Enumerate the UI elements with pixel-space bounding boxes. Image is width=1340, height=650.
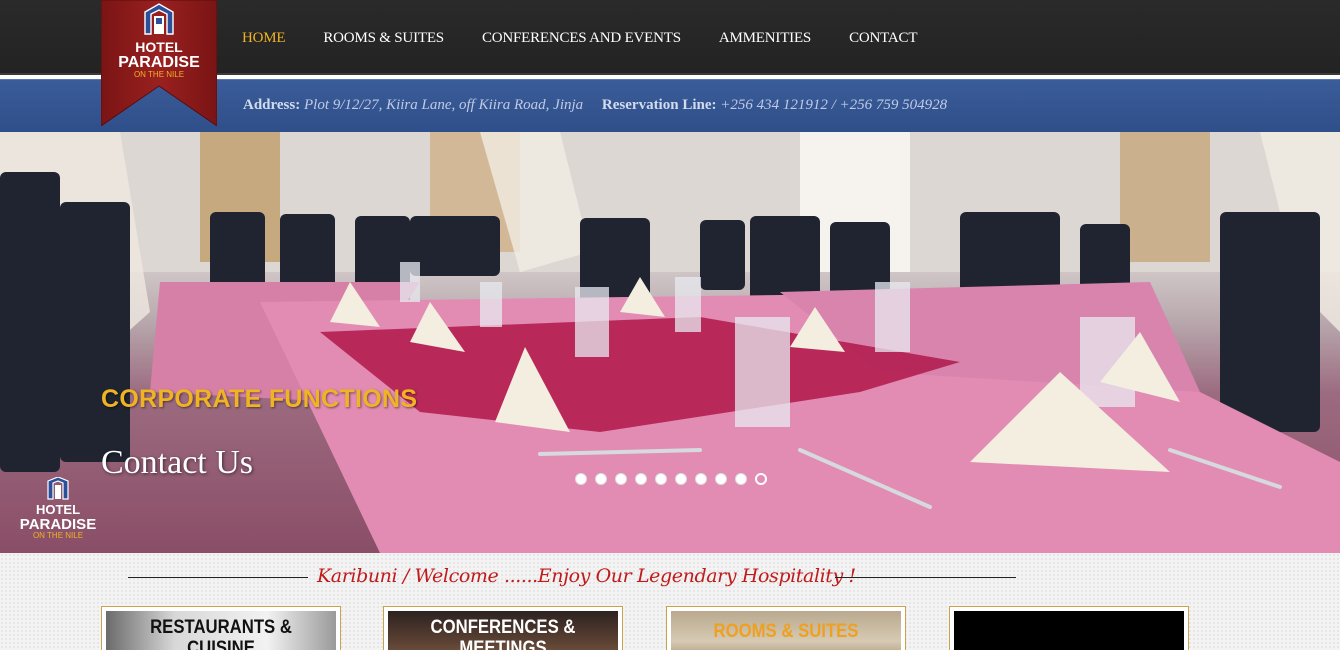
- logo-line2: PARADISE: [118, 54, 200, 71]
- welcome-tagline: Karibuni / Welcome ......Enjoy Our Legen…: [317, 565, 856, 587]
- contact-us-link[interactable]: Contact Us: [101, 444, 253, 482]
- card-rooms-suites[interactable]: ROOMS & SUITES: [666, 606, 906, 650]
- logo-line3: ON THE NILE: [134, 70, 184, 79]
- hero-dining-hall-image: [0, 132, 1340, 553]
- card-restaurants-cuisine[interactable]: RESTAURANTS & CUISINE: [101, 606, 341, 650]
- slider-dot[interactable]: [655, 473, 667, 485]
- slider-dot[interactable]: [715, 473, 727, 485]
- slider-dot-active[interactable]: [755, 473, 767, 485]
- hero-title: CORPORATE FUNCTIONS: [101, 385, 418, 413]
- slider-dot[interactable]: [695, 473, 707, 485]
- slider-pagination: [575, 473, 767, 485]
- card-video[interactable]: [949, 606, 1189, 650]
- card-label-line2: MEETINGS: [459, 638, 547, 650]
- hotel-logo[interactable]: HOTEL PARADISE ON THE NILE: [100, 0, 218, 127]
- nav-conferences-events[interactable]: CONFERENCES AND EVENTS: [482, 30, 681, 47]
- reservation-label: Reservation Line:: [601, 97, 717, 113]
- card-image: RESTAURANTS & CUISINE: [106, 611, 336, 650]
- address-line: Address: Plot 9/12/27, Kiira Lane, off K…: [243, 97, 947, 114]
- welcome-section: Karibuni / Welcome ......Enjoy Our Legen…: [0, 553, 1340, 650]
- nav-contact[interactable]: CONTACT: [849, 30, 917, 47]
- nav-rooms-suites[interactable]: ROOMS & SUITES: [323, 30, 444, 47]
- card-conferences-meetings[interactable]: CONFERENCES & MEETINGS: [383, 606, 623, 650]
- divider-right: [835, 577, 1016, 578]
- address-label: Address:: [243, 97, 301, 113]
- reservation-value[interactable]: +256 434 121912 / +256 759 504928: [720, 97, 947, 113]
- nav-ammenities[interactable]: AMMENITIES: [719, 30, 811, 47]
- card-label-line2: CUISINE: [187, 638, 255, 650]
- logo-line1: HOTEL: [135, 39, 183, 55]
- nav-home[interactable]: HOME: [242, 30, 286, 47]
- slider-dot[interactable]: [675, 473, 687, 485]
- card-label-line1: ROOMS & SUITES: [713, 621, 859, 642]
- hero-slider: CORPORATE FUNCTIONS Contact Us HOTEL PAR…: [0, 132, 1340, 553]
- slider-dot[interactable]: [615, 473, 627, 485]
- card-label-line1: CONFERENCES &: [430, 617, 576, 638]
- card-image: CONFERENCES & MEETINGS: [388, 611, 618, 650]
- logo-ribbon-graphic: HOTEL PARADISE ON THE NILE: [100, 0, 218, 127]
- hotel-watermark-logo: HOTEL PARADISE ON THE NILE: [20, 477, 96, 540]
- watermark-line1: HOTEL: [36, 502, 80, 517]
- main-nav: HOME ROOMS & SUITES CONFERENCES AND EVEN…: [242, 30, 917, 47]
- divider-left: [128, 577, 308, 578]
- watermark-line3: ON THE NILE: [33, 531, 83, 540]
- slider-dot[interactable]: [735, 473, 747, 485]
- slider-dot[interactable]: [595, 473, 607, 485]
- card-image: ROOMS & SUITES: [671, 611, 901, 650]
- card-label-line1: RESTAURANTS &: [150, 617, 292, 638]
- card-image: [954, 611, 1184, 650]
- slider-dot[interactable]: [575, 473, 587, 485]
- slider-dot[interactable]: [635, 473, 647, 485]
- address-value: Plot 9/12/27, Kiira Lane, off Kiira Road…: [303, 97, 584, 113]
